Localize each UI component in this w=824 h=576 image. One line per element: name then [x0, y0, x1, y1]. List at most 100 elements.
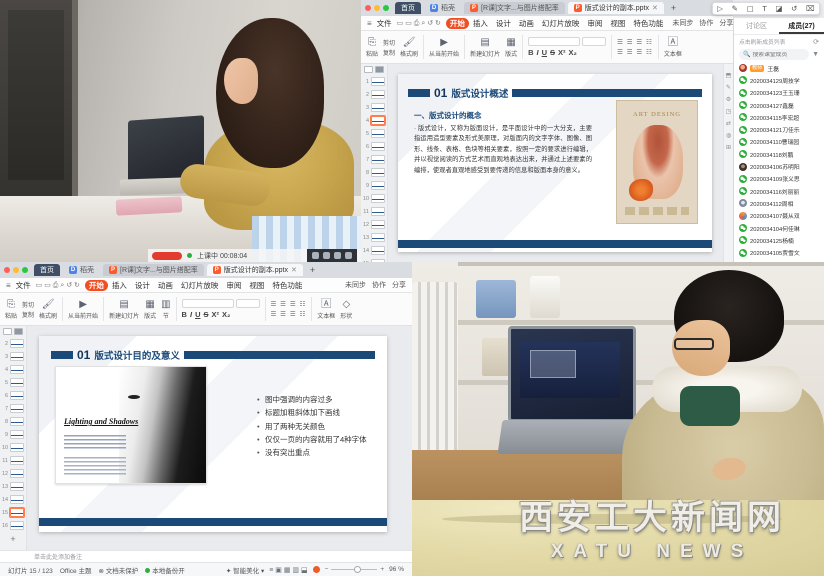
slide-title[interactable]: 版式设计目的及意义 [94, 348, 180, 362]
undo-icon[interactable]: ↺ [791, 3, 797, 14]
screen-icon[interactable] [334, 252, 341, 259]
hamburger-icon[interactable]: ≡ [6, 281, 11, 290]
menu-item[interactable]: 动画 [154, 280, 177, 291]
format-button-X²[interactable]: X² [212, 310, 220, 319]
member-row[interactable]: 2020034118刘鹏 [734, 148, 824, 160]
slide-thumbnail-4[interactable]: 4 [2, 363, 24, 376]
member-search[interactable]: 🔍 [739, 49, 809, 60]
slide-thumbnail-7[interactable]: 7 [2, 402, 24, 415]
close-tab-icon[interactable]: ✕ [291, 266, 297, 274]
new-slide-button[interactable]: ▤新建幻灯片 [109, 299, 139, 320]
member-row[interactable]: 2020034107聂从双 [734, 210, 824, 222]
member-row[interactable]: 2020034127鑫磊 [734, 99, 824, 111]
format-button-U[interactable]: U [542, 48, 547, 57]
menu-item[interactable]: 开始 [446, 18, 469, 29]
slide-title[interactable]: 版式设计概述 [451, 86, 508, 100]
cut-copy-group[interactable]: 剪切复制 [383, 38, 395, 57]
zoom-window-button[interactable] [22, 267, 28, 273]
menu-right-item[interactable]: 未同步 [345, 280, 366, 290]
backup-status[interactable]: 本地备份开 [145, 565, 185, 575]
format-button-I[interactable]: I [190, 310, 192, 319]
cut-copy-group[interactable]: 剪切复制 [22, 300, 34, 319]
member-row[interactable]: 2020034112周相 [734, 197, 824, 209]
format-button-B[interactable]: B [182, 310, 187, 319]
menu-right-item[interactable]: 分享 [719, 18, 733, 28]
slide-thumbnail-14[interactable]: 14 [2, 493, 24, 506]
member-row[interactable]: 教师王磊 [734, 62, 824, 74]
slide-thumbnail-3[interactable]: 3 [2, 350, 24, 363]
tab-document-1[interactable]: P[R课]文字...与图片搭配率 [464, 2, 565, 14]
slide-subtitle[interactable]: 一、版式设计的概念 [414, 110, 482, 121]
paste-button[interactable]: ⎘粘贴 [5, 299, 17, 320]
member-row[interactable]: 2020034115李宏超 [734, 111, 824, 123]
menu-right-item[interactable]: 未同步 [672, 18, 693, 28]
text-box-button[interactable]: 🄰文本框 [317, 299, 335, 320]
traffic-lights[interactable] [4, 267, 28, 273]
eraser-icon[interactable]: ◪ [775, 3, 782, 14]
slide-thumbnail-2[interactable]: 2 [363, 88, 385, 101]
add-slide-button[interactable]: + [10, 534, 15, 544]
slide-bullet-list[interactable]: 图中强调的内容过多标题加粗斜体加下画线用了两种无关颜色仅仅一页的内容就用了4种字… [257, 394, 375, 460]
tab-home[interactable]: 首页 [395, 2, 421, 14]
thumbnail-view-icon[interactable] [14, 328, 23, 335]
tab-docer[interactable]: D稻壳 [424, 2, 461, 14]
slide-thumbnail-6[interactable]: 6 [363, 140, 385, 153]
font-family-select[interactable] [528, 37, 580, 46]
close-tab-icon[interactable]: ✕ [652, 4, 658, 12]
paste-button[interactable]: ⎘粘贴 [366, 37, 378, 58]
minimize-window-button[interactable] [13, 267, 19, 273]
menu-right-item[interactable]: 协作 [699, 18, 713, 28]
slide-thumbnail-4[interactable]: 4 [363, 114, 385, 127]
slide-thumbnail-11[interactable]: 11 [2, 454, 24, 467]
zoom-window-button[interactable] [383, 5, 389, 11]
select-cursor-icon[interactable]: ▷ [717, 3, 723, 14]
menu-item[interactable]: 插入 [108, 280, 131, 291]
menu-file[interactable]: 文件 [377, 18, 392, 29]
smart-beautify-button[interactable]: ✦ 智能美化 ▾ [226, 565, 264, 575]
font-size-select[interactable] [236, 299, 260, 308]
member-row[interactable]: 2020034129周技学 [734, 74, 824, 86]
close-window-button[interactable] [4, 267, 10, 273]
right-tool-strip[interactable]: ⬒✎⚙◳⇄◍⊞ [723, 64, 733, 262]
minimize-window-button[interactable] [374, 5, 380, 11]
quick-icons[interactable]: ▭ ▭ ⎙ ⌕ ↺ ↻ [397, 19, 441, 28]
tab-discussion[interactable]: 讨论区 [734, 18, 779, 34]
slide-body-text[interactable]: · 版式设计，又称为版面设计，是平面设计中的一大分支，主要指运用造型要素及形式美… [414, 124, 592, 176]
member-row[interactable]: 2020034106苏明阳 [734, 160, 824, 172]
menu-item[interactable]: 设计 [492, 18, 515, 29]
outline-view-icon[interactable] [364, 66, 373, 73]
format-painter-button[interactable]: 🖌格式刷 [400, 37, 418, 58]
section-button[interactable]: ▥节 [161, 299, 170, 320]
font-family-select[interactable] [182, 299, 234, 308]
tab-docer[interactable]: D稻壳 [63, 264, 100, 276]
menu-right-item[interactable]: 协作 [372, 280, 386, 290]
menu-item[interactable]: 审阅 [583, 18, 606, 29]
refresh-icon[interactable]: ⟳ [813, 38, 819, 46]
slide-canvas[interactable]: 01 版式设计目的及意义 Lighting and Shadows 图中强调的内… [27, 326, 412, 550]
slide-thumbnail-8[interactable]: 8 [363, 166, 385, 179]
member-row[interactable]: 2020034121刀佳乐 [734, 123, 824, 135]
slide-thumbnail-10[interactable]: 10 [2, 441, 24, 454]
thumbnail-view-icon[interactable] [375, 66, 384, 73]
shape-rect-icon[interactable]: ▢ [747, 3, 754, 14]
menu-item[interactable]: 幻灯片放映 [538, 18, 584, 29]
slide-thumbnail-1[interactable]: 1 [363, 75, 385, 88]
slide-thumbnail-8[interactable]: 8 [2, 415, 24, 428]
paragraph-group[interactable]: ☰ ☰ ☰ ☷☰ ☰ ☰ ☷ [271, 300, 307, 318]
layout-button[interactable]: ▦版式 [505, 37, 517, 58]
member-search-input[interactable] [752, 52, 805, 58]
slide-thumbnail-12[interactable]: 12 [363, 218, 385, 231]
text-box-button[interactable]: 🄰文本框 [664, 37, 682, 58]
text-tool-icon[interactable]: T [762, 3, 767, 14]
menu-right-item[interactable]: 分享 [392, 280, 406, 290]
slide-thumbnail-5[interactable]: 5 [363, 127, 385, 140]
member-row[interactable]: 2020034125杨楠 [734, 234, 824, 246]
slide-thumbnail-14[interactable]: 14 [363, 244, 385, 257]
slide-thumbnail-13[interactable]: 13 [363, 231, 385, 244]
panel-view-toggles[interactable] [364, 66, 384, 73]
menu-item[interactable]: 幻灯片放映 [177, 280, 223, 291]
shape-button[interactable]: ◇形状 [340, 299, 352, 320]
tab-document-2-active[interactable]: P版式设计的副本.pptx✕ [568, 2, 664, 14]
notes-placeholder[interactable]: 单击此处添加备注 [0, 550, 412, 562]
member-row[interactable]: 2020034110曹瑞园 [734, 136, 824, 148]
